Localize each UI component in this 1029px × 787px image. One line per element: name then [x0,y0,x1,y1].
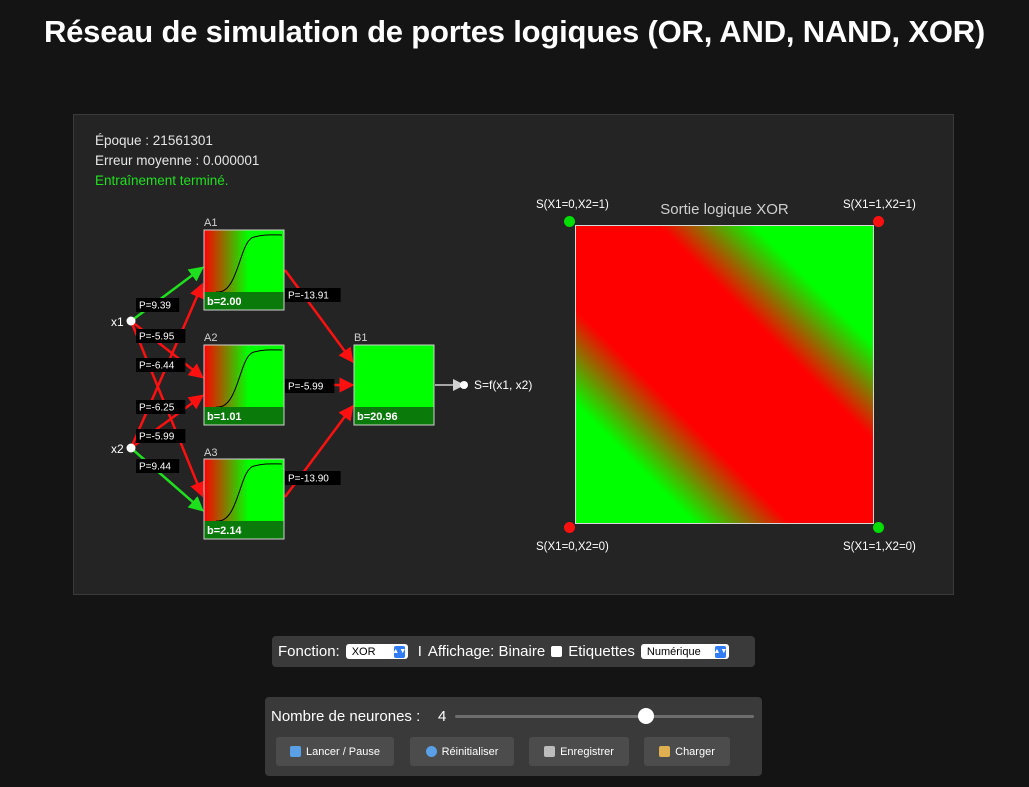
weight-label: P=9.44 [136,459,180,473]
weight-label: P=-6.25 [136,400,186,414]
binary-checkbox[interactable] [551,646,563,657]
save-label: Enregistrer [560,745,614,758]
corner-label-x1-1-x2-0: S(X1=1,X2=0) [843,541,916,553]
network-diagram: x1 x2 S=f(x1, x2) A1 b=2.00 A2 b=1.01 A3… [111,217,532,540]
weight-label: P=-5.99 [285,379,335,393]
output-node [460,381,468,389]
reset-icon [425,746,437,757]
display-label: Affichage: Binaire [427,643,546,660]
weight-value: P=-13.90 [288,474,329,485]
neuron-label: A3 [204,447,217,459]
simulation-panel: Époque : 21561301 Erreur moyenne : 0.000… [73,114,954,595]
bias-value: b=1.01 [207,411,242,423]
corner-dot-x1-1-x2-0 [873,522,884,533]
run-pause-button[interactable]: Lancer / Pause [276,737,394,766]
neurons-slider-thumb[interactable] [638,708,655,724]
weight-label: P=-5.99 [136,429,186,443]
bias-value: b=20.96 [357,411,398,423]
neuron-b1: B1 b=20.96 [353,332,435,426]
weight-value: P=-6.25 [139,403,175,414]
weight-label: P=9.39 [136,298,180,312]
play-icon [290,746,301,757]
function-select-value: XOR [351,645,376,658]
labels-select[interactable]: Numérique ▲▼ [640,644,729,659]
training-controls: Nombre de neurones : 4 Lancer / Pause Ré… [265,697,762,776]
function-label: Fonction: [278,643,340,660]
weight-value: P=-13.91 [288,291,329,302]
save-button[interactable]: Enregistrer [529,737,629,766]
weight-value: P=-6.44 [139,361,175,372]
corner-label-x1-1-x2-1: S(X1=1,X2=1) [843,199,916,211]
run-pause-label: Lancer / Pause [306,745,380,758]
neuron-label: B1 [354,332,367,344]
neuron-a1: A1 b=2.00 [203,217,285,311]
load-label: Charger [675,745,715,758]
separator: I [417,643,422,660]
weight-label: P=-13.90 [285,471,341,485]
corner-dot-x1-0-x2-0 [564,522,575,533]
weight-value: P=-5.99 [139,432,175,443]
corner-dot-x1-0-x2-1 [564,216,575,227]
weight-value: P=-5.99 [288,382,324,393]
neurons-slider-track[interactable] [455,715,754,718]
input-label-x1: x1 [111,315,124,329]
neurons-label: Nombre de neurones : [271,708,421,725]
edge-x2-a3 [130,447,204,512]
output-label: S=f(x1, x2) [474,378,532,392]
output-plot-title: Sortie logique XOR [660,201,789,218]
weight-label: P=-6.44 [136,358,186,372]
labels-select-value: Numérique [646,645,701,658]
page-title: Réseau de simulation de portes logiques … [43,14,986,49]
corner-label-x1-0-x2-1: S(X1=0,X2=1) [536,199,609,211]
bias-value: b=2.00 [207,296,242,308]
neuron-label: A2 [204,332,217,344]
folder-icon [659,746,671,757]
edge-x1-a1 [130,266,205,323]
corner-dot-x1-1-x2-1 [873,216,884,227]
reset-label: Réinitialiser [441,745,499,758]
input-label-x2: x2 [111,442,124,456]
load-button[interactable]: Charger [644,737,730,766]
neuron-label: A1 [204,217,217,229]
floppy-disk-icon [544,746,556,757]
weight-value: P=9.39 [139,301,171,312]
input-node-x1 [126,316,136,326]
neuron-a2: A2 b=1.01 [203,332,285,426]
input-node-x2 [126,443,136,453]
chevron-down-icon: ▲▼ [713,645,727,658]
reset-button[interactable]: Réinitialiser [410,737,514,766]
output-heatmap [575,225,874,524]
weight-value: P=9.44 [139,462,171,473]
edge-a1-b1 [283,269,354,364]
labels-label: Etiquettes [568,643,635,660]
neurons-value: 4 [438,708,447,725]
neuron-a3: A3 b=2.14 [203,447,285,540]
weight-label: P=-13.91 [285,288,341,302]
bias-value: b=2.14 [207,525,242,537]
corner-label-x1-0-x2-0: S(X1=0,X2=0) [536,541,609,553]
function-select[interactable]: XOR ▲▼ [345,644,408,659]
weight-label: P=-5.95 [136,329,186,343]
weight-value: P=-5.95 [139,332,175,343]
display-options-bar: Fonction: XOR ▲▼ I Affichage: Binaire Et… [272,636,755,667]
chevron-down-icon: ▲▼ [392,645,406,658]
